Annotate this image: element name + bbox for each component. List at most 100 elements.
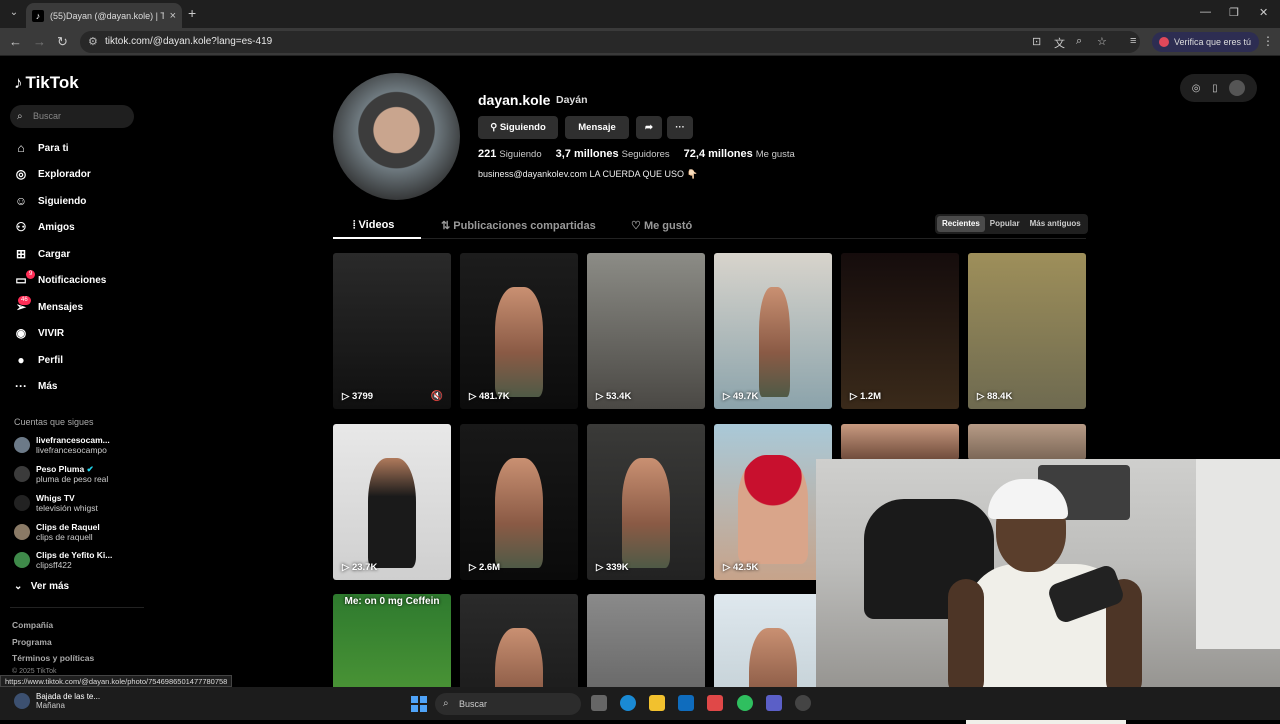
following-account[interactable]: Peso Pluma ✔ pluma de peso real: [14, 464, 108, 484]
video-thumbnail[interactable]: ▷ 481.7K: [460, 253, 578, 409]
following-button[interactable]: ⚲ Siguiendo: [478, 116, 558, 139]
video-thumbnail[interactable]: [841, 424, 959, 460]
sidebar-item-siguiendo[interactable]: ☺ Siguiendo: [14, 194, 86, 208]
search-input[interactable]: ⌕ Buscar: [10, 105, 134, 128]
reading-list-icon[interactable]: ≡: [1130, 35, 1136, 47]
following-account[interactable]: livefrancesocam... livefrancesocampo: [14, 435, 110, 455]
chrome-icon[interactable]: [795, 695, 811, 711]
avatar[interactable]: [1229, 80, 1246, 96]
video-thumbnail[interactable]: ▷ 49.7K: [714, 253, 832, 409]
browser-tab[interactable]: ♪ (55)Dayan (@dayan.kole) | TikTo ×: [26, 3, 182, 28]
see-more-link[interactable]: ⌄ Ver más: [14, 581, 69, 592]
verify-profile-button[interactable]: Verifica que eres tú: [1152, 32, 1260, 52]
tab-liked[interactable]: ♡ Me gustó: [631, 219, 692, 232]
chat-app-icon[interactable]: [737, 695, 753, 711]
translate-icon[interactable]: 文: [1054, 35, 1065, 51]
edge-icon[interactable]: [620, 695, 636, 711]
video-thumbnail[interactable]: Me: on 0 mg Ceffein: [333, 594, 451, 687]
status-bar-url: https://www.tiktok.com/@dayan.kole/photo…: [0, 675, 233, 687]
install-icon[interactable]: ⊡: [1032, 35, 1041, 48]
sidebar-item-label: Siguiendo: [38, 195, 87, 207]
following-account[interactable]: Clips de Raquel clips de raquell: [14, 522, 100, 542]
url-field[interactable]: ⚙ tiktok.com/@dayan.kole?lang=es-419: [80, 31, 1140, 53]
thumbnail-figure: [495, 287, 543, 397]
bookmark-star-icon[interactable]: ☆: [1097, 35, 1107, 48]
user-follow-icon: ☺: [14, 194, 28, 208]
more-options-icon[interactable]: ···: [667, 116, 693, 139]
following-account[interactable]: Clips de Yefito Ki... clipsff422: [14, 550, 112, 570]
webcam-cap: [988, 479, 1068, 519]
video-thumbnail[interactable]: ▷ 2.6M: [460, 424, 578, 580]
tab-search-icon[interactable]: ⌄: [6, 5, 22, 21]
sidebar-item-explorador[interactable]: ◎ Explorador: [14, 167, 91, 181]
video-thumbnail[interactable]: ▷ 53.4K: [587, 253, 705, 409]
tiktok-logo[interactable]: ♪ TikTok: [14, 73, 79, 93]
compass-icon[interactable]: ◎: [1192, 83, 1201, 94]
close-window-icon[interactable]: ✕: [1259, 6, 1268, 19]
sidebar-item-perfil[interactable]: ● Perfil: [14, 353, 63, 367]
share-icon[interactable]: ➦: [636, 116, 662, 139]
tab-shared-posts[interactable]: ⇅ Publicaciones compartidas: [441, 219, 596, 232]
video-thumbnail[interactable]: ▷ 42.5K: [714, 424, 832, 580]
new-tab-icon[interactable]: +: [188, 5, 196, 21]
mute-icon[interactable]: 🔇: [431, 391, 443, 402]
sort-popular[interactable]: Popular: [985, 216, 1025, 232]
video-thumbnail[interactable]: [714, 594, 832, 687]
outlook-icon[interactable]: [678, 695, 694, 711]
zoom-icon[interactable]: ⌕: [1076, 35, 1082, 48]
sidebar-item-label: Mensajes: [38, 301, 84, 313]
video-thumbnail[interactable]: ▷ 339K: [587, 424, 705, 580]
tab-title: (55)Dayan (@dayan.kole) | TikTo: [50, 10, 164, 21]
view-count: ▷ 53.4K: [596, 391, 632, 402]
video-thumbnail[interactable]: ▷ 88.4K: [968, 253, 1086, 409]
file-explorer-icon[interactable]: [649, 695, 665, 711]
stat-followers[interactable]: 3,7 millones Seguidores: [556, 148, 670, 160]
ellipsis-icon: ···: [15, 379, 27, 393]
reload-icon[interactable]: ↻: [57, 34, 68, 50]
phone-icon[interactable]: ▯: [1212, 83, 1218, 94]
tiktok-note-icon: ♪: [14, 73, 23, 92]
stat-value: 72,4 millones: [683, 148, 753, 160]
restore-icon[interactable]: ❐: [1229, 6, 1239, 19]
copyright: © 2025 TikTok: [12, 668, 57, 675]
back-icon[interactable]: ←: [9, 34, 22, 49]
thumbnail-figure: [749, 628, 797, 687]
sidebar-item-para-ti[interactable]: ⌂ Para ti: [14, 141, 68, 155]
video-thumbnail[interactable]: [460, 594, 578, 687]
message-button[interactable]: Mensaje: [565, 116, 629, 139]
taskbar-search[interactable]: ⌕ Buscar: [435, 693, 581, 715]
footer-link-program[interactable]: Programa: [12, 637, 52, 647]
minimize-icon[interactable]: —: [1200, 6, 1211, 18]
following-account[interactable]: Whigs TV televisión whigst: [14, 493, 98, 513]
sidebar-item-amigos[interactable]: ⚇ Amigos: [14, 220, 75, 234]
mail-icon[interactable]: [707, 695, 723, 711]
sort-oldest[interactable]: Más antiguos: [1025, 216, 1086, 232]
stat-label: Siguiendo: [499, 149, 542, 160]
account-handle: pluma de peso real: [36, 474, 109, 484]
profile-avatar[interactable]: [333, 73, 460, 200]
video-thumbnail[interactable]: [968, 424, 1086, 460]
close-tab-icon[interactable]: ×: [170, 10, 176, 22]
browser-menu-icon[interactable]: ⋮: [1262, 34, 1274, 48]
tab-videos[interactable]: ⦙ Videos: [353, 219, 394, 232]
video-thumbnail[interactable]: ▷ 23.7K: [333, 424, 451, 580]
sidebar-item-cargar[interactable]: ⊞ Cargar: [14, 247, 70, 261]
forward-icon[interactable]: →: [33, 34, 46, 49]
video-thumbnail[interactable]: ▷ 3799 🔇: [333, 253, 451, 409]
site-info-icon[interactable]: ⚙: [88, 31, 98, 53]
video-thumbnail[interactable]: ▷ 1.2M: [841, 253, 959, 409]
following-button-label: Siguiendo: [499, 122, 546, 133]
footer-link-terms[interactable]: Términos y políticas: [12, 653, 94, 663]
footer-link-company[interactable]: Compañía: [12, 620, 53, 630]
teams-icon[interactable]: [766, 695, 782, 711]
sidebar-item-label: Cargar: [38, 248, 71, 260]
windows-start-icon[interactable]: [411, 696, 427, 712]
sidebar-item-label: Explorador: [38, 168, 91, 180]
sidebar-item-mas[interactable]: ··· Más: [14, 379, 57, 393]
sidebar-item-vivir[interactable]: ◉ VIVIR: [14, 326, 64, 340]
sort-recent[interactable]: Recientes: [937, 216, 985, 232]
stat-following[interactable]: 221 Siguiendo: [478, 148, 542, 160]
video-thumbnail[interactable]: [587, 594, 705, 687]
task-view-icon[interactable]: [591, 695, 607, 711]
taskbar-news-widget[interactable]: Bajada de las te... Mañana: [14, 692, 100, 710]
